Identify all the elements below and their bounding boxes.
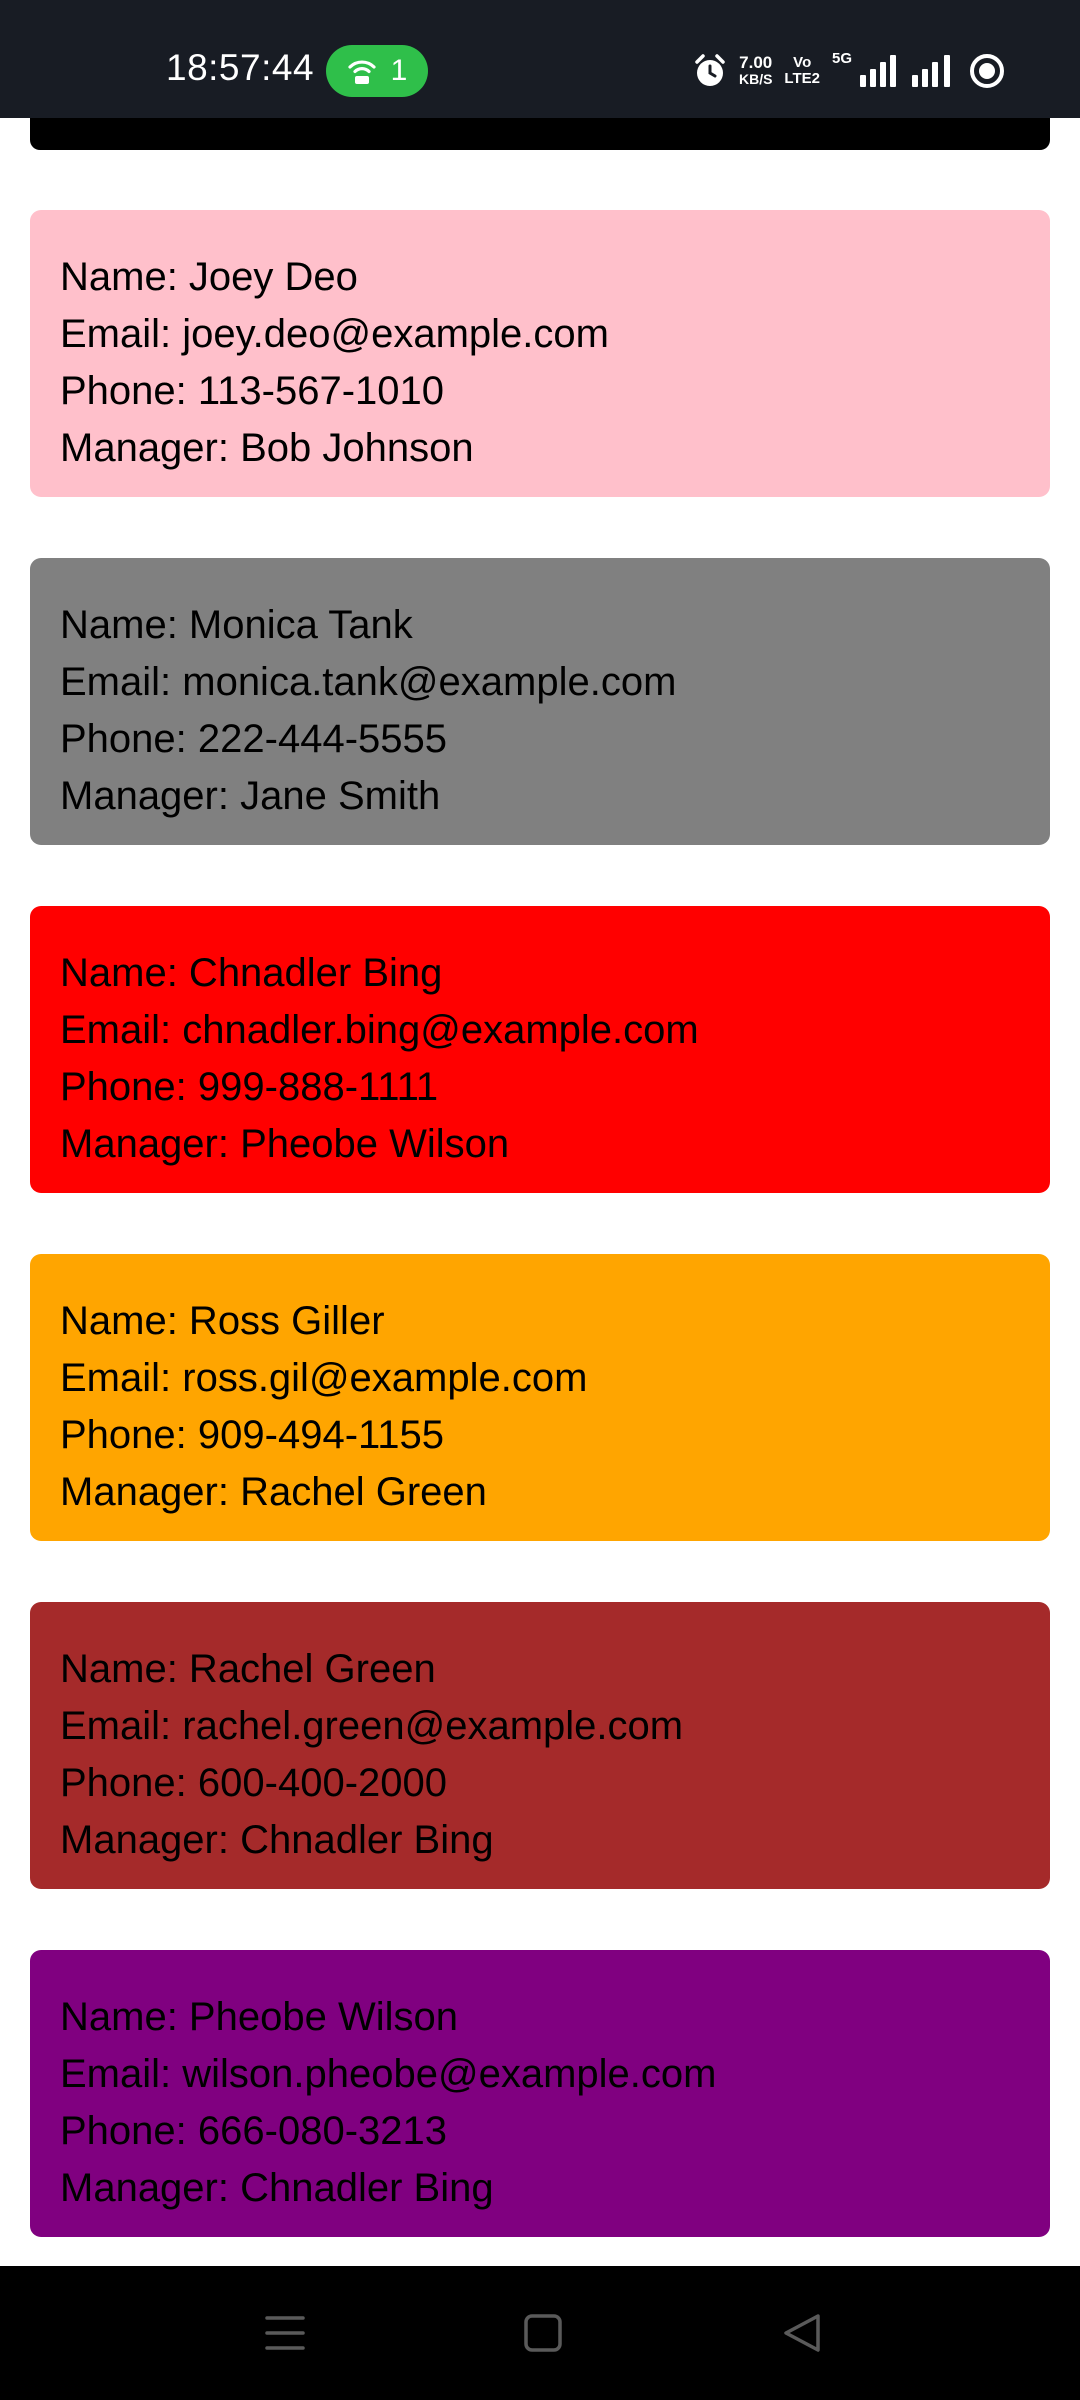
contact-name: Name: Joey Deo (60, 255, 358, 299)
volte-bottom: LTE2 (784, 70, 820, 87)
navigation-bar (0, 2266, 1080, 2400)
contact-email: Email: wilson.pheobe@example.com (60, 2052, 717, 2096)
contact-name: Name: Rachel Green (60, 1647, 436, 1691)
contact-card[interactable]: Name: Chnadler Bing Email: chnadler.bing… (30, 906, 1050, 1193)
contact-name: Name: Pheobe Wilson (60, 1995, 458, 2039)
home-button[interactable] (513, 2308, 573, 2358)
contact-phone: Phone: 999-888-1111 (60, 1065, 439, 1109)
back-button[interactable] (772, 2308, 832, 2358)
contact-manager: Manager: Chnadler Bing (60, 2166, 494, 2210)
contact-phone: Phone: 666-080-3213 (60, 2109, 447, 2153)
menu-button[interactable] (255, 2308, 315, 2358)
contact-email: Email: chnadler.bing@example.com (60, 1008, 699, 1052)
contact-manager: Manager: Chnadler Bing (60, 1818, 494, 1862)
contact-manager: Manager: Jane Smith (60, 774, 441, 818)
hotspot-count: 1 (390, 54, 408, 87)
signal-icon (912, 55, 956, 87)
status-icons: 7.00 KB/S Vo LTE2 5G (693, 48, 1006, 94)
contact-manager: Manager: Rachel Green (60, 1470, 487, 1514)
battery-ring-icon (968, 52, 1006, 90)
contact-manager: Manager: Bob Johnson (60, 426, 474, 470)
contact-name: Name: Chnadler Bing (60, 951, 443, 995)
volte-top: Vo (793, 54, 812, 71)
alarm-icon (693, 53, 727, 89)
menu-icon (265, 2314, 305, 2352)
volte-indicator: Vo LTE2 (784, 55, 820, 87)
contact-card[interactable]: Name: Monica Tank Email: monica.tank@exa… (30, 558, 1050, 845)
status-bar: 18:57:44 1 7.00 KB/S Vo LTE2 5G (0, 0, 1080, 118)
contact-name: Name: Monica Tank (60, 603, 413, 647)
contact-list[interactable]: Name: Joey Deo Email: joey.deo@example.c… (0, 118, 1080, 2266)
contact-email: Email: rachel.green@example.com (60, 1704, 684, 1748)
previous-card-partial (30, 118, 1050, 150)
network-speed-value: 7.00 (739, 53, 773, 72)
contact-card[interactable]: Name: Joey Deo Email: joey.deo@example.c… (30, 210, 1050, 497)
network-speed: 7.00 KB/S (738, 53, 773, 87)
hotspot-indicator[interactable]: 1 (326, 45, 428, 97)
network-type: 5G (831, 50, 852, 67)
signal-icon (860, 55, 900, 87)
contact-email: Email: ross.gil@example.com (60, 1356, 588, 1400)
hotspot-icon (347, 56, 377, 86)
home-icon (523, 2313, 563, 2353)
contact-manager: Manager: Pheobe Wilson (60, 1122, 510, 1166)
contact-phone: Phone: 113-567-1010 (60, 369, 445, 413)
contact-card[interactable]: Name: Ross Giller Email: ross.gil@exampl… (30, 1254, 1050, 1541)
contact-card[interactable]: Name: Pheobe Wilson Email: wilson.pheobe… (30, 1950, 1050, 2237)
contact-email: Email: monica.tank@example.com (60, 660, 677, 704)
contact-name: Name: Ross Giller (60, 1299, 385, 1343)
contact-email: Email: joey.deo@example.com (60, 312, 609, 356)
contact-phone: Phone: 600-400-2000 (60, 1761, 447, 1805)
network-speed-unit: KB/S (738, 71, 773, 87)
contact-phone: Phone: 909-494-1155 (60, 1413, 445, 1457)
status-time: 18:57:44 (166, 47, 315, 88)
back-icon (782, 2312, 822, 2354)
contact-phone: Phone: 222-444-5555 (60, 717, 447, 761)
contact-card[interactable]: Name: Rachel Green Email: rachel.green@e… (30, 1602, 1050, 1889)
